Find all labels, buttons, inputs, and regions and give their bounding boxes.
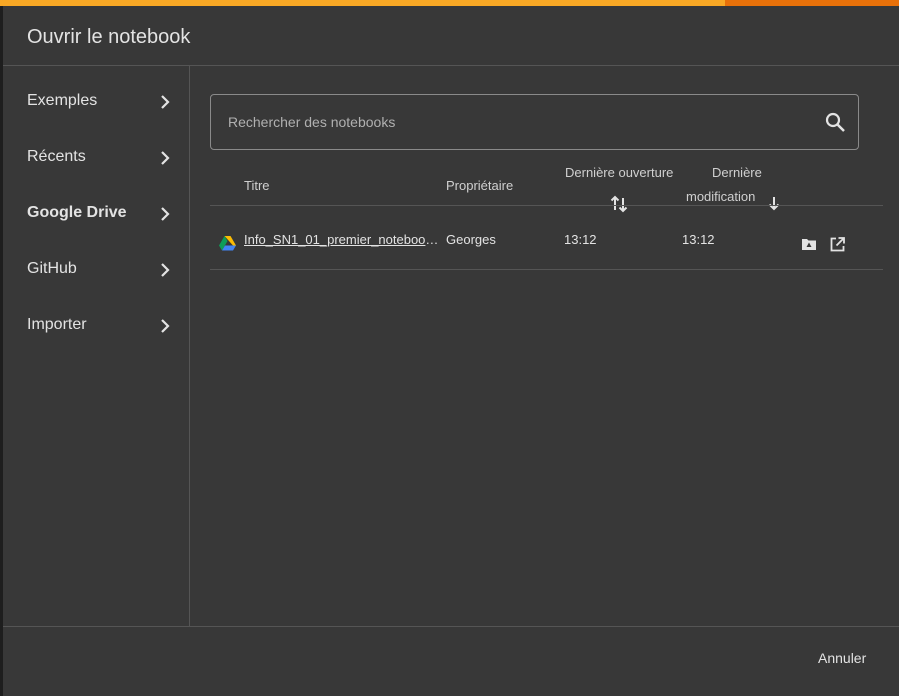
search-field <box>210 94 859 150</box>
sidebar-item-label: Exemples <box>27 92 98 109</box>
column-header-last-modified-line1[interactable]: Dernière <box>712 165 762 180</box>
sidebar-item-recents[interactable]: Récents <box>3 130 189 186</box>
open-in-drive-icon[interactable] <box>801 237 817 251</box>
sidebar-item-google-drive[interactable]: Google Drive <box>3 186 189 242</box>
cancel-button[interactable]: Annuler <box>810 644 874 672</box>
sidebar-item-importer[interactable]: Importer <box>3 298 189 354</box>
dialog-divider-bottom <box>3 626 899 627</box>
sidebar-item-github[interactable]: GitHub <box>3 242 189 298</box>
dialog-title: Ouvrir le notebook <box>27 26 191 48</box>
chevron-right-icon <box>157 150 173 166</box>
column-header-last-opened[interactable]: Dernière ouverture <box>565 165 673 180</box>
chevron-right-icon <box>157 318 173 334</box>
table-header-divider <box>210 205 883 206</box>
notebook-title-link[interactable]: Info_SN1_01_premier_notebook.ipynb <box>244 232 444 247</box>
sort-both-icon[interactable] <box>610 194 628 214</box>
chevron-right-icon <box>157 262 173 278</box>
table-row-divider <box>210 269 883 270</box>
sidebar-item-label: GitHub <box>27 260 77 277</box>
sidebar-item-label: Récents <box>27 148 86 165</box>
sidebar-item-label: Google Drive <box>27 204 127 221</box>
open-in-new-tab-icon[interactable] <box>830 237 845 252</box>
search-icon[interactable] <box>823 110 847 134</box>
chevron-right-icon <box>157 94 173 110</box>
notebook-last-modified: 13:12 <box>682 232 715 247</box>
open-notebook-dialog: Ouvrir le notebook Exemples Récents Goog… <box>3 6 899 696</box>
chevron-right-icon <box>157 206 173 222</box>
search-input[interactable] <box>226 95 810 149</box>
sidebar-item-label: Importer <box>27 316 87 333</box>
column-header-title[interactable]: Titre <box>244 178 270 193</box>
column-header-owner[interactable]: Propriétaire <box>446 178 513 193</box>
sidebar-item-exemples[interactable]: Exemples <box>3 74 189 130</box>
sort-descending-icon[interactable] <box>767 195 781 211</box>
column-header-last-modified-line2[interactable]: modification <box>686 189 755 204</box>
google-drive-icon <box>219 236 236 251</box>
notebook-last-opened: 13:12 <box>564 232 597 247</box>
notebook-owner: Georges <box>446 232 496 247</box>
notebook-list-panel: Titre Propriétaire Dernière ouverture De… <box>190 66 899 626</box>
source-sidebar: Exemples Récents Google Drive GitHub Imp… <box>3 66 190 626</box>
